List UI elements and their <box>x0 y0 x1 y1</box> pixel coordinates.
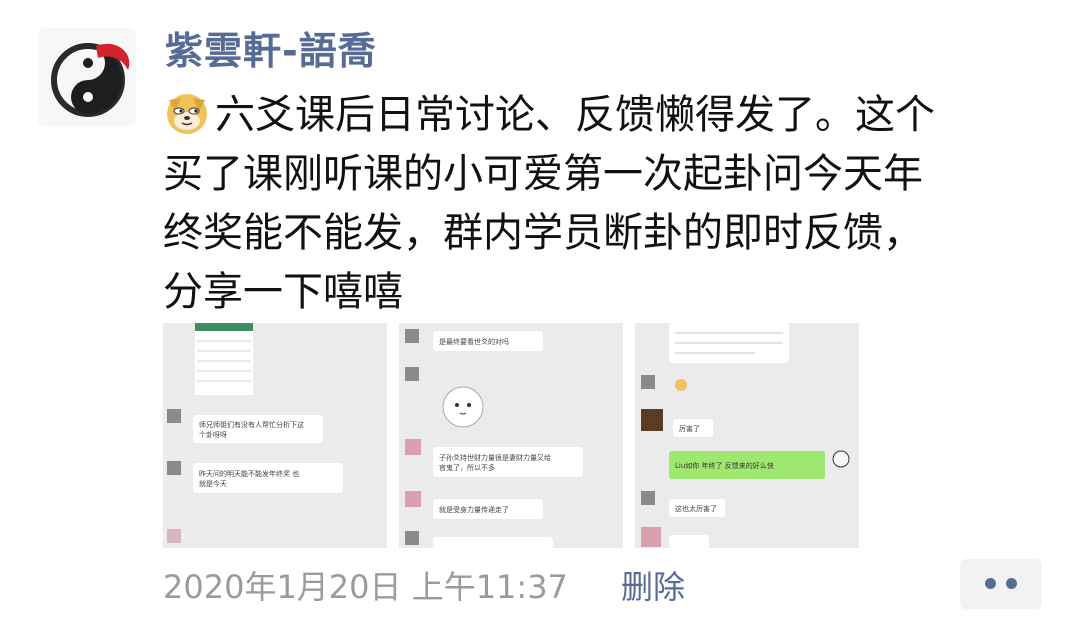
svg-text:师兄师姐们有没有人帮忙分析下这: 师兄师姐们有没有人帮忙分析下这 <box>199 420 304 429</box>
svg-text:官鬼了，所以不多: 官鬼了，所以不多 <box>439 463 495 472</box>
ink-yin-yang-icon <box>38 28 136 126</box>
svg-text:这也太厉害了: 这也太厉害了 <box>675 504 717 513</box>
doge-emoji-icon <box>163 88 211 136</box>
chat-screenshot-1: 师兄师姐们有没有人帮忙分析下这 个卦呀呀 昨天问的明天能不能发年终奖 也 就是今… <box>163 323 387 548</box>
content-line: 六爻课后日常讨论、反馈懒得发了。这个 <box>215 92 935 138</box>
svg-text:昨天问的明天能不能发年终奖 也: 昨天问的明天能不能发年终奖 也 <box>199 469 299 478</box>
avatar[interactable] <box>38 28 136 126</box>
svg-text:个卦呀呀: 个卦呀呀 <box>199 430 227 439</box>
author-name[interactable]: 紫雲軒-語喬 <box>165 20 377 75</box>
svg-text:就是受身力量传递走了: 就是受身力量传递走了 <box>439 505 509 514</box>
more-button[interactable] <box>960 559 1042 609</box>
moments-post: 紫雲軒-語喬 六爻课后日常讨论、反馈懒得发了。这个 买了课刚听课的小可爱第一次起… <box>0 0 1080 624</box>
image-thumbnail-2[interactable]: 是最终要看世爻的对吗 子孙爻持世财力量很是妻财力量又给 官鬼了，所以不多 就是受… <box>399 323 623 548</box>
chat-screenshot-2: 是最终要看世爻的对吗 子孙爻持世财力量很是妻财力量又给 官鬼了，所以不多 就是受… <box>399 323 623 548</box>
delete-link[interactable]: 删除 <box>621 562 685 608</box>
svg-text:子孙爻持世财力量很是妻财力量又给: 子孙爻持世财力量很是妻财力量又给 <box>439 453 551 462</box>
svg-text:是最终要看世爻的对吗: 是最终要看世爻的对吗 <box>439 337 509 346</box>
image-thumbnail-3[interactable]: 厉害了 Liu如你 年终了 反馈来的好么快 这也太厉害了 <box>635 323 859 548</box>
svg-text:厉害了: 厉害了 <box>679 424 700 433</box>
content-line: 分享一下嘻嘻 <box>163 269 403 315</box>
content-line: 买了课刚听课的小可爱第一次起卦问今天年 <box>163 151 923 197</box>
svg-text:就是今天: 就是今天 <box>199 479 227 488</box>
cat-sticker <box>442 386 484 428</box>
post-content: 六爻课后日常讨论、反馈懒得发了。这个 买了课刚听课的小可爱第一次起卦问今天年 终… <box>163 86 1043 322</box>
chat-screenshot-3: 厉害了 Liu如你 年终了 反馈来的好么快 这也太厉害了 <box>635 323 859 548</box>
image-thumbnail-1[interactable]: 师兄师姐们有没有人帮忙分析下这 个卦呀呀 昨天问的明天能不能发年终奖 也 就是今… <box>163 323 387 548</box>
more-dots-icon <box>985 578 996 589</box>
content-line: 终奖能不能发，群内学员断卦的即时反馈， <box>163 210 923 256</box>
more-dots-icon <box>1006 578 1017 589</box>
svg-text:Liu如你 年终了 反馈来的好么快: Liu如你 年终了 反馈来的好么快 <box>675 461 774 470</box>
post-timestamp: 2020年1月20日 上午11:37 <box>163 568 568 606</box>
